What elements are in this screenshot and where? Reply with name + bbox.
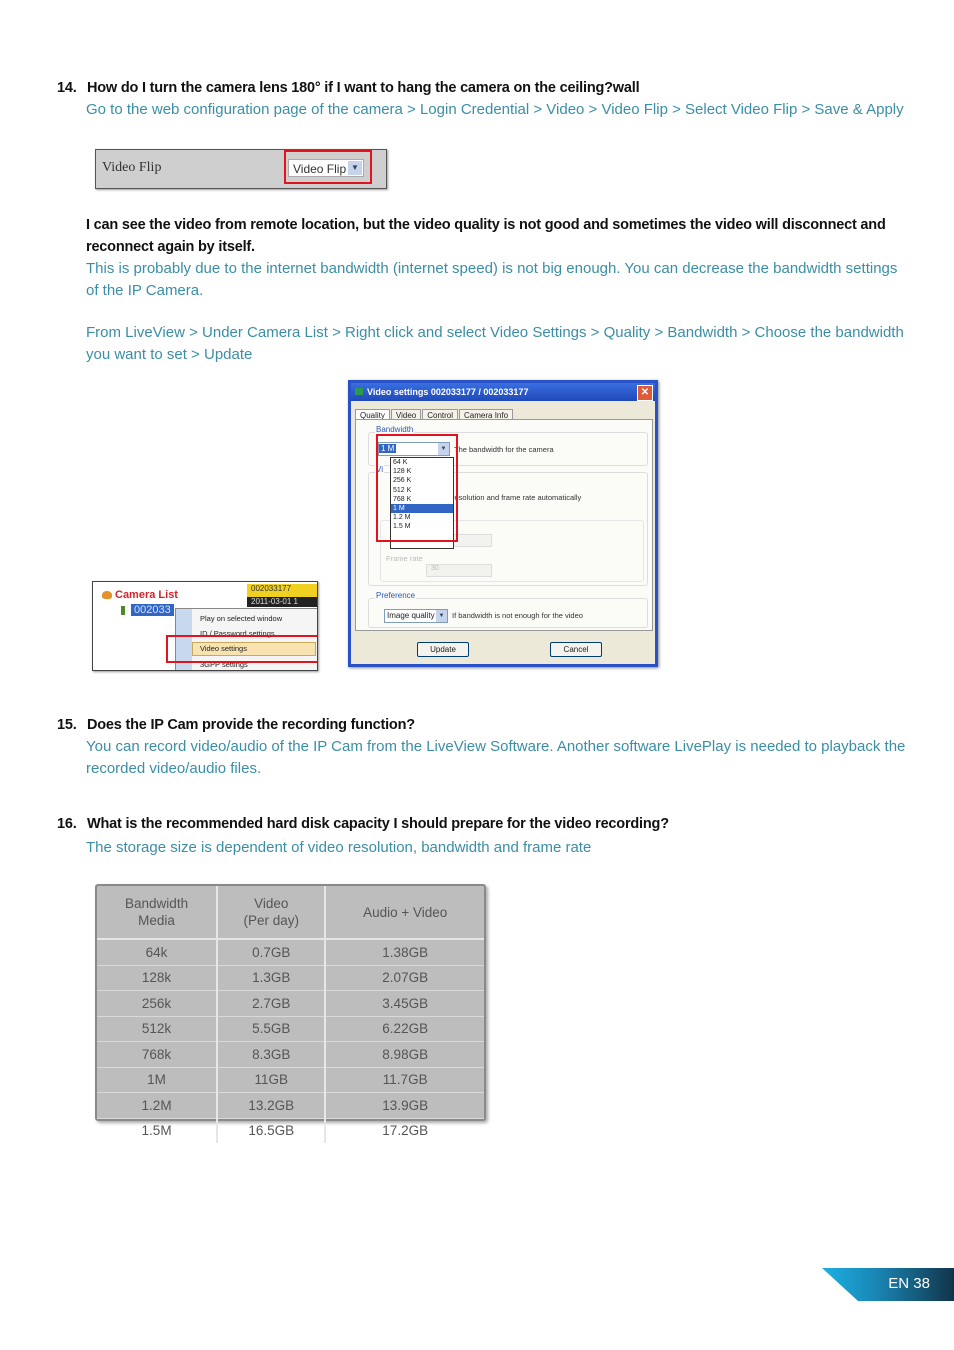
table-cell: 6.22GB (325, 1016, 484, 1042)
table-cell: 1M (97, 1067, 219, 1093)
preference-select: Image quality ▼ (384, 609, 448, 623)
question-number: 16. (57, 816, 77, 832)
dialog-title: Video settings 002033177 / 002033177 (367, 387, 529, 397)
table-cell: 512k (97, 1016, 219, 1042)
header-video: Video (Per day) (217, 886, 327, 940)
table-body: 64k 0.7GB 1.38GB 128k 1.3GB 2.07GB 256k 2.7GB 3.… (97, 939, 484, 1143)
video-flip-screenshot: Video Flip Video Flip ▼ (95, 149, 387, 189)
table-cell: 128k (97, 965, 219, 991)
sub-question: I can see the video from remote location… (86, 217, 886, 255)
camera-id-tag: 002033177 (247, 584, 317, 597)
highlight-box (166, 635, 317, 663)
table-cell: 256k (97, 990, 219, 1017)
preference-value: Image quality (387, 611, 435, 620)
table-cell: 1.2M (97, 1092, 219, 1119)
highlight-box (376, 434, 458, 542)
camera-node: 002033 (131, 604, 174, 616)
cancel-button: Cancel (550, 642, 602, 657)
bandwidth-caption: Bandwidth (375, 425, 415, 434)
preference-description: If bandwidth is not enough for the video (452, 611, 583, 620)
video-flip-label: Video Flip (102, 160, 162, 175)
chevron-down-icon: ▼ (436, 610, 447, 622)
table-row: 1M 11GB 11.7GB (97, 1067, 484, 1093)
question-text: What is the recommended hard disk capaci… (87, 816, 669, 832)
frame-rate-select: 30 (426, 564, 492, 577)
header-text: Video (Per day) (243, 896, 299, 928)
table-cell: 11.7GB (325, 1067, 484, 1093)
question-15: 15. Does the IP Cam provide the recording… (57, 717, 415, 733)
table-cell: 2.7GB (217, 990, 327, 1017)
table-row: 512k 5.5GB 6.22GB (97, 1016, 484, 1042)
app-icon (355, 388, 363, 395)
table-cell: 1.3GB (217, 965, 327, 991)
update-button: Update (417, 642, 469, 657)
storage-table: Bandwidth Media Video (Per day) Audio + … (95, 884, 486, 1143)
table-cell: 0.7GB (217, 939, 327, 966)
camera-list-title: Camera List (115, 589, 178, 601)
sub-answer-1: This is probably due to the internet ban… (86, 260, 898, 299)
table-row: 768k 8.3GB 8.98GB (97, 1041, 484, 1068)
close-icon: ✕ (637, 385, 653, 401)
table-cell: 3.45GB (325, 990, 484, 1017)
auto-text: resolution and frame rate automatically (452, 493, 582, 502)
dialog-tabs: Quality Video Control Camera Info (355, 405, 514, 421)
page-number-tab: EN 38 (822, 1268, 954, 1301)
camera-date-tag: 2011-03-01 1 (247, 597, 317, 607)
table-row: 64k 0.7GB 1.38GB (97, 939, 484, 966)
table-row: 1.5M 16.5GB 17.2GB (97, 1118, 484, 1143)
header-text: Bandwidth Media (125, 896, 189, 928)
frame-rate-value: 30 (431, 565, 439, 572)
question-number: 14. (57, 80, 77, 96)
page-number: EN 38 (888, 1275, 930, 1292)
table-cell: 8.98GB (325, 1041, 484, 1068)
table-cell: 13.9GB (325, 1092, 484, 1119)
camera-list-icon (102, 591, 112, 599)
camera-list-screenshot: Camera List 002033 002033177 2011-03-01 … (92, 581, 318, 671)
frame-rate-label: Frame rate (386, 554, 423, 563)
table-cell: 11GB (217, 1067, 327, 1093)
camera-icon (121, 606, 125, 615)
video-settings-dialog: Video settings 002033177 / 002033177 ✕ Q… (348, 380, 658, 667)
bandwidth-description: The bandwidth for the camera (454, 445, 554, 454)
table-row: 128k 1.3GB 2.07GB (97, 965, 484, 991)
table-cell: 8.3GB (217, 1041, 327, 1068)
dialog-titlebar: Video settings 002033177 / 002033177 ✕ (351, 383, 655, 401)
table-cell: 13.2GB (217, 1092, 327, 1119)
question-text: How do I turn the camera lens 180° if I … (87, 80, 640, 96)
preference-caption: Preference (375, 591, 417, 600)
answer-14: Go to the web configuration page of the … (86, 101, 904, 118)
storage-table-grid: Bandwidth Media Video (Per day) Audio + … (97, 886, 484, 1143)
table-row: 1.2M 13.2GB 13.9GB (97, 1092, 484, 1119)
table-cell: 1.38GB (325, 939, 484, 966)
sub-answer-2: From LiveView > Under Camera List > Righ… (86, 324, 904, 363)
question-text: Does the IP Cam provide the recording fu… (87, 717, 415, 733)
table-cell: 17.2GB (382, 1123, 429, 1139)
table-cell: 768k (97, 1041, 219, 1068)
answer-16: The storage size is dependent of video r… (86, 839, 592, 856)
question-16: 16. What is the recommended hard disk cap… (57, 816, 669, 832)
quality-panel: Bandwidth 1 M ▼ The bandwidth for the ca… (355, 419, 653, 631)
question-number: 15. (57, 717, 77, 733)
answer-15: You can record video/audio of the IP Cam… (86, 738, 906, 777)
table-cell: 2.07GB (325, 965, 484, 991)
table-cell: 64k (97, 939, 219, 966)
highlight-box (284, 150, 372, 184)
table-row: 256k 2.7GB 3.45GB (97, 990, 484, 1017)
table-cell: 16.5GB (217, 1118, 327, 1143)
header-text: Audio + Video (363, 904, 448, 920)
question-14: 14. How do I turn the camera lens 180° if… (57, 80, 640, 96)
table-cell: 1.5M (97, 1118, 219, 1143)
table-header-row: Bandwidth Media Video (Per day) Audio + … (97, 886, 484, 940)
menu-item: Play on selected window (200, 614, 283, 623)
header-audio-video: Audio + Video (325, 886, 484, 940)
header-bandwidth: Bandwidth Media (97, 886, 219, 940)
table-cell: 5.5GB (217, 1016, 327, 1042)
